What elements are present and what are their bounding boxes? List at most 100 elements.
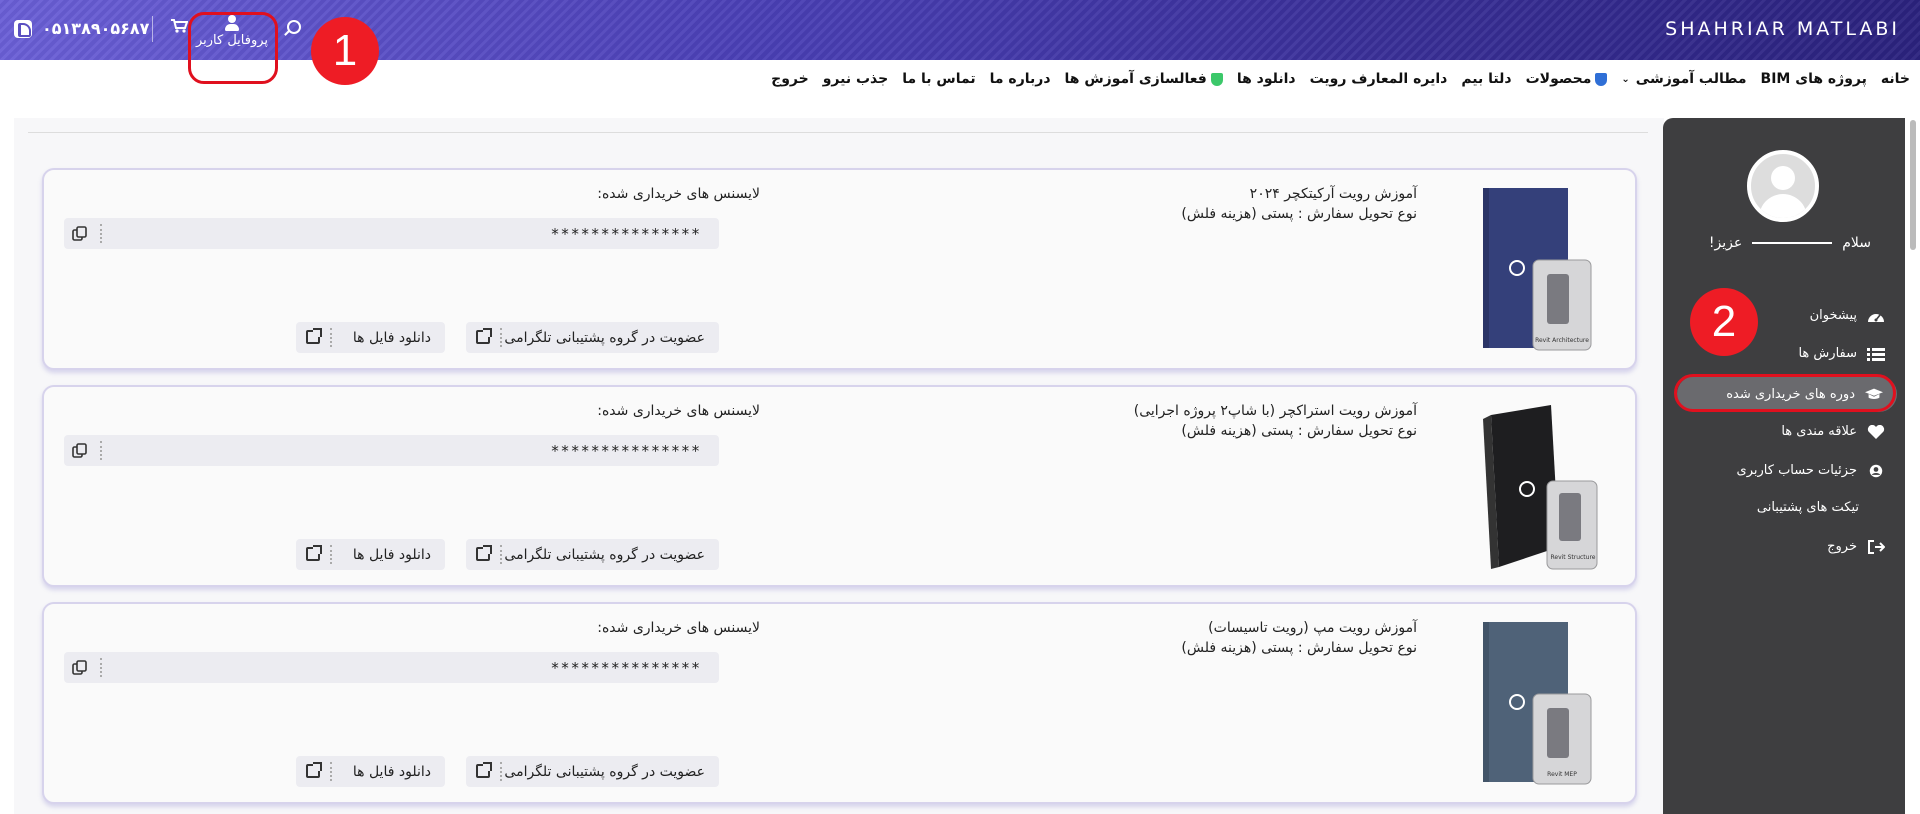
nav-item-educational[interactable]: مطالب آموزشی ⌄ [1621,71,1746,87]
telegram-support-label: عضویت در گروه پشتیبانی تلگرامی [504,546,705,563]
sidebar-item-label: جزئیات حساب کاربری [1736,463,1857,478]
separator [500,328,502,347]
course-box-image: Revit Architecture [1483,188,1592,351]
telegram-support-label: عضویت در گروه پشتیبانی تلگرامی [504,329,705,346]
user-circle-icon [1869,464,1883,477]
sidebar-item-dashboard[interactable]: پیشخوان [1810,308,1885,323]
external-link-icon [306,545,322,561]
chevron-down-icon: ⌄ [1621,73,1630,85]
sidebar-item-label: پیشخوان [1809,308,1857,323]
course-box-image: Revit Structure [1483,405,1598,570]
main-nav: خانه پروژه های BIM مطالب آموزشی ⌄ محصولات… [771,60,1910,98]
external-link-icon [476,545,492,561]
download-files-button[interactable]: دانلود فایل ها [296,756,445,787]
separator [100,658,102,677]
separator [100,224,102,243]
external-link-icon [476,762,492,778]
sign-out-icon [1868,539,1885,554]
box-label: Revit Structure [1551,554,1596,561]
license-label: لایسنس های خریداری شده: [597,403,760,419]
license-key: *************** [550,225,701,243]
course-box-image: Revit MEP [1483,622,1592,785]
download-files-button[interactable]: دانلود فایل ها [296,539,445,570]
nav-item-downloads[interactable]: دانلود ها [1237,71,1296,87]
license-field[interactable]: *************** [64,652,719,683]
dashboard-icon [1868,313,1884,322]
avatar [1747,150,1819,222]
box-label: Revit MEP [1547,771,1577,778]
header-divider [152,16,153,42]
nav-item-contact[interactable]: تماس با ما [902,71,975,87]
shipping-type: نوع تحویل سفارش : پستی (هزینه فلش) [1181,206,1417,222]
download-files-label: دانلود فایل ها [352,329,431,346]
search-icon[interactable] [287,20,301,34]
username-placeholder [1752,242,1833,244]
nav-item-products[interactable]: محصولات [1526,71,1608,87]
sidebar-item-account-details[interactable]: جزئیات حساب کاربری [1737,463,1885,478]
course-card: Revit Structure آموزش رویت استراکچر (با … [42,385,1637,587]
sidebar-item-logout[interactable]: خروج [1827,539,1885,554]
nav-item-activation[interactable]: فعالسازی آموزش ها [1065,71,1223,87]
course-title: آموزش رویت استراکچر (با شاپ۲ پروژه اجرای… [1133,403,1417,419]
cart-icon[interactable] [170,18,190,38]
nav-item-products-label: محصولات [1525,71,1592,87]
sidebar-item-label: خروج [1827,539,1857,554]
telegram-support-button[interactable]: عضویت در گروه پشتیبانی تلگرامی [466,756,719,787]
annotation-highlight-purchased-courses [1674,374,1896,412]
copy-icon[interactable] [72,226,87,241]
separator [330,762,332,781]
copy-icon[interactable] [72,443,87,458]
nav-item-about[interactable]: درباره ما [990,71,1051,87]
purchased-courses-panel: Revit Architecture آموزش رویت آرکیتکچر ۲… [14,118,1664,814]
annotation-number-one: 1 [311,17,379,85]
sidebar-item-label: سفارش ها [1798,346,1857,361]
nav-item-revit-encyclopedia[interactable]: دایره المعارف رویت [1310,71,1448,87]
phone-icon [14,19,32,38]
shield-green-icon [1210,72,1223,86]
sidebar-item-support-tickets[interactable]: تیکت های پشتیبانی [1757,500,1859,515]
shipping-type: نوع تحویل سفارش : پستی (هزینه فلش) [1181,423,1417,439]
nav-item-logout[interactable]: خروج [771,71,809,87]
account-sidebar: سلام عزیز! پیشخوان سفارش ها دوره های خری… [1663,118,1905,814]
nav-item-careers[interactable]: جذب نیرو [823,71,889,87]
course-title: آموزش رویت مپ (رویت تاسیسات) [1208,620,1417,636]
nav-item-educational-label: مطالب آموزشی [1635,71,1747,87]
separator [100,441,102,460]
nav-item-bim-projects[interactable]: پروژه های BIM [1761,71,1867,87]
nav-item-delta-bim[interactable]: دلتا بیم [1461,71,1511,87]
telegram-support-label: عضویت در گروه پشتیبانی تلگرامی [504,763,705,780]
sidebar-item-orders[interactable]: سفارش ها [1798,346,1885,361]
download-files-button[interactable]: دانلود فایل ها [296,322,445,353]
separator [500,762,502,781]
license-field[interactable]: *************** [64,435,719,466]
annotation-highlight-profile [188,12,278,84]
license-field[interactable]: *************** [64,218,719,249]
download-files-label: دانلود فایل ها [352,546,431,563]
shipping-type: نوع تحویل سفارش : پستی (هزینه فلش) [1181,640,1417,656]
scrollbar[interactable] [1910,120,1916,250]
copy-icon[interactable] [72,660,87,675]
telegram-support-button[interactable]: عضویت در گروه پشتیبانی تلگرامی [466,322,719,353]
download-files-label: دانلود فایل ها [352,763,431,780]
phone-contact[interactable]: ۰۵۱۳۸۹۰۵۶۸۷ [14,19,149,38]
external-link-icon [306,328,322,344]
license-key: *************** [550,442,701,460]
shield-blue-icon [1595,72,1608,86]
divider [28,132,1648,133]
greeting-text: سلام [1842,235,1871,251]
sidebar-item-wishlist[interactable]: علاقه مندی ها [1781,424,1885,439]
external-link-icon [476,328,492,344]
nav-item-home[interactable]: خانه [1881,71,1910,87]
sidebar-item-label: علاقه مندی ها [1781,424,1857,439]
course-card: Revit Architecture آموزش رویت آرکیتکچر ۲… [42,168,1637,370]
heart-icon [1867,424,1885,439]
site-logo[interactable]: SHAHRIAR MATLABI [1665,18,1900,40]
course-card: Revit MEP آموزش رویت مپ (رویت تاسیسات) ن… [42,602,1637,804]
license-label: لایسنس های خریداری شده: [597,186,760,202]
telegram-support-button[interactable]: عضویت در گروه پشتیبانی تلگرامی [466,539,719,570]
phone-number: ۰۵۱۳۸۹۰۵۶۸۷ [42,19,150,38]
external-link-icon [306,762,322,778]
sidebar-item-label: تیکت های پشتیبانی [1756,500,1859,515]
license-label: لایسنس های خریداری شده: [597,620,760,636]
course-title: آموزش رویت آرکیتکچر ۲۰۲۴ [1249,186,1417,202]
